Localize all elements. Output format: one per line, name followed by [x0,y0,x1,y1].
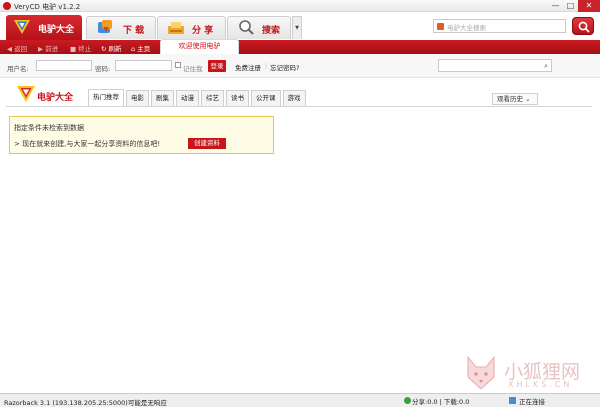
remember-checkbox[interactable] [175,62,181,68]
stop-label: 终止 [78,45,92,53]
notice-title: 指定条件未检索到数据 [14,124,84,132]
refresh-label: 刷新 [108,45,122,53]
top-search-button[interactable] [572,17,594,35]
search-icon [578,21,590,33]
tab-search[interactable]: 搜索 [227,16,291,39]
category-tab[interactable]: 读书 [226,90,249,106]
top-search-placeholder: 电驴大全搜索 [447,24,486,32]
watch-history-label: 观看历史 [497,95,523,103]
nav-bar: ◀ 返回 ▶ 前进 ■ 终止 ↻ 刷新 ⌂ 主页 [0,40,600,54]
status-bar: Razorback 3.1 (193.138.205.25:5000)可能是无响… [0,393,600,407]
connection-icon [509,397,516,404]
forgot-password-link[interactable]: 忘记密码? [270,62,299,72]
category-tab[interactable]: 综艺 [201,90,224,106]
category-divider [6,106,592,107]
watch-history-button[interactable]: 观看历史 ⌄ [492,93,538,105]
no-results-notice: 指定条件未检索到数据 > 现在就来创建,与大家一起分享资料的信息吧! 创建资料 [9,116,274,154]
tab-welcome[interactable]: 欢迎使用电驴 [160,39,239,54]
password-label: 密码: [95,65,111,73]
stop-button[interactable]: ■ 终止 [70,43,91,53]
login-bar: 用户名: 密码: 记住我 登录 免费注册 | 忘记密码? ⌕ [0,54,600,78]
category-tab[interactable]: 公开课 [251,90,281,106]
tab-dropdown-button[interactable]: ▼ [292,16,302,39]
category-tab[interactable]: 剧集 [151,90,174,106]
login-button[interactable]: 登录 [208,60,226,72]
window-title: VeryCD 电驴 v1.2.2 [14,3,81,11]
close-button[interactable]: ✕ [578,0,600,12]
watermark-en: XHLKS.CN [508,380,573,389]
magnifier-icon [239,20,254,35]
forward-button[interactable]: ▶ 前进 [38,43,58,53]
watermark: 小狐狸网 XHLKS.CN [464,355,600,395]
category-tabs: 热门推荐 电影 剧集 动漫 综艺 读书 公开课 游戏 [88,89,308,106]
category-tab[interactable]: 热门推荐 [88,89,124,106]
category-tab[interactable]: 游戏 [282,90,306,106]
tab-brand[interactable]: 电驴大全 [6,15,82,40]
home-button[interactable]: ⌂ 主页 [131,43,150,53]
back-button[interactable]: ◀ 返回 [7,43,27,53]
chevron-down-icon: ⌄ [525,95,531,103]
status-share: 分享:0.0 | 下载:0.0 [412,398,470,406]
share-icon [168,22,184,34]
create-resource-button[interactable]: 创建资料 [188,138,226,149]
status-connection: 正在连接 [519,398,545,406]
refresh-button[interactable]: ↻ 刷新 [101,43,122,53]
forward-label: 前进 [45,45,59,53]
tab-search-label: 搜索 [262,26,281,36]
category-tab[interactable]: 电影 [126,90,149,106]
window-controls: — □ ✕ [548,0,600,12]
tab-download-label: 下 载 [123,26,145,36]
category-tab[interactable]: 动漫 [176,90,199,106]
status-server: Razorback 3.1 (193.138.205.25:5000)可能是无响… [4,399,167,407]
username-label: 用户名: [7,65,29,73]
brand-logo: 电驴大全 [17,85,81,105]
title-bar: VeryCD 电驴 v1.2.2 — □ ✕ [0,0,600,12]
download-icon [98,20,112,33]
notice-text: > 现在就来创建,与大家一起分享资料的信息吧! [14,140,161,148]
brand-logo-text: 电驴大全 [37,93,74,103]
verycd-logo-icon [17,86,35,102]
maximize-button[interactable]: □ [563,0,578,12]
app-icon [3,2,11,10]
username-input[interactable] [36,60,92,71]
minimize-button[interactable]: — [548,0,563,12]
search-icon[interactable]: ⌕ [544,62,548,71]
verycd-logo-icon [14,20,30,34]
tab-share-label: 分 享 [192,26,214,36]
tab-brand-label: 电驴大全 [38,25,75,35]
top-search-box[interactable]: 电驴大全搜索 [433,19,566,33]
share-status-icon [404,397,411,404]
content-search-input[interactable]: ⌕ [438,59,552,72]
password-input[interactable] [115,60,172,71]
tab-share[interactable]: 分 享 [157,16,226,39]
fox-logo-icon [467,355,495,390]
login-separator: | [265,62,268,70]
remember-label: 记住我 [183,65,203,73]
tab-download[interactable]: 下 载 [86,16,156,39]
back-label: 返回 [14,45,28,53]
verycd-small-icon [437,23,444,30]
register-link[interactable]: 免费注册 [235,62,261,72]
home-label: 主页 [137,45,151,53]
